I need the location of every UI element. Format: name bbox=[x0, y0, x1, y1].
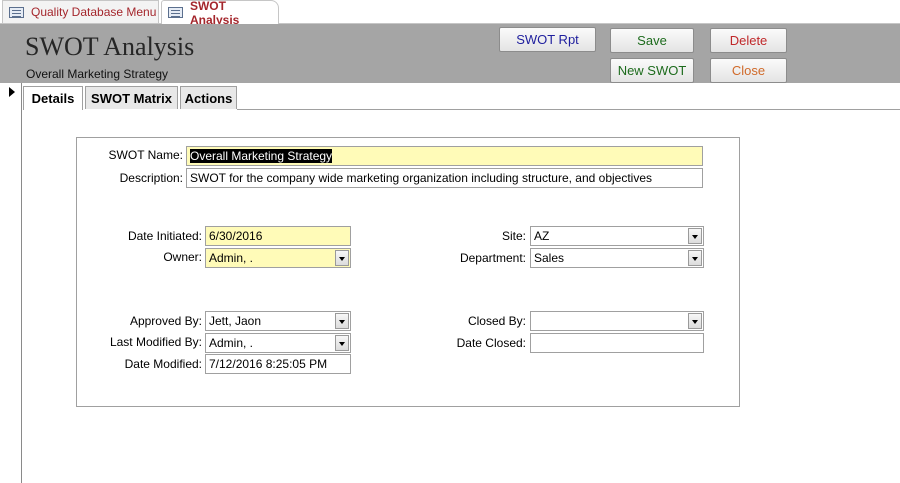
owner-label: Owner: bbox=[163, 250, 202, 264]
doc-tab-quality-database-menu[interactable]: Quality Database Menu bbox=[2, 0, 159, 23]
form-header: SWOT Analysis Overall Marketing Strategy… bbox=[0, 24, 900, 83]
doc-tab-swot-analysis[interactable]: SWOT Analysis bbox=[161, 0, 279, 27]
page-title: SWOT Analysis bbox=[25, 32, 195, 61]
date-closed-field[interactable] bbox=[530, 333, 704, 353]
form-icon bbox=[9, 6, 24, 18]
tab-divider bbox=[237, 109, 900, 110]
current-record-arrow-icon bbox=[9, 87, 15, 97]
page-subtitle: Overall Marketing Strategy bbox=[26, 67, 169, 81]
swot-rpt-button[interactable]: SWOT Rpt bbox=[499, 27, 596, 52]
new-swot-button[interactable]: New SWOT bbox=[610, 58, 694, 83]
record-selector[interactable] bbox=[0, 83, 22, 483]
date-modified-field[interactable]: 7/12/2016 8:25:05 PM bbox=[205, 354, 351, 374]
chevron-down-icon[interactable] bbox=[688, 313, 702, 329]
department-label: Department: bbox=[459, 251, 526, 265]
department-value: Sales bbox=[534, 251, 565, 265]
description-field[interactable]: SWOT for the company wide marketing orga… bbox=[186, 168, 703, 188]
last-modified-by-combo[interactable]: Admin, . bbox=[205, 333, 351, 353]
document-tab-strip: Quality Database Menu SWOT Analysis bbox=[0, 0, 900, 27]
date-closed-label: Date Closed: bbox=[456, 336, 526, 350]
chevron-down-icon[interactable] bbox=[335, 335, 349, 351]
closed-by-combo[interactable] bbox=[530, 311, 704, 331]
doc-tab-label: Quality Database Menu bbox=[31, 5, 157, 19]
description-label: Description: bbox=[119, 171, 183, 185]
form-icon bbox=[168, 7, 183, 18]
swot-name-value: Overall Marketing Strategy bbox=[190, 149, 333, 163]
owner-value: Admin, . bbox=[209, 251, 254, 265]
swot-name-field[interactable]: Overall Marketing Strategy bbox=[186, 146, 703, 166]
date-initiated-field[interactable]: 6/30/2016 bbox=[205, 226, 351, 246]
tab-details[interactable]: Details bbox=[23, 86, 83, 110]
closed-by-label: Closed By: bbox=[467, 314, 526, 328]
tab-actions[interactable]: Actions bbox=[180, 86, 237, 109]
chevron-down-icon[interactable] bbox=[688, 250, 702, 266]
department-combo[interactable]: Sales bbox=[530, 248, 704, 268]
chevron-down-icon[interactable] bbox=[335, 250, 349, 266]
approved-by-combo[interactable]: Jett, Jaon bbox=[205, 311, 351, 331]
site-combo[interactable]: AZ bbox=[530, 226, 704, 246]
date-modified-label: Date Modified: bbox=[124, 357, 202, 371]
chevron-down-icon[interactable] bbox=[688, 228, 702, 244]
tab-swot-matrix[interactable]: SWOT Matrix bbox=[85, 86, 178, 109]
chevron-down-icon[interactable] bbox=[335, 313, 349, 329]
site-label: Site: bbox=[501, 229, 526, 243]
site-value: AZ bbox=[534, 229, 550, 243]
doc-tab-label: SWOT Analysis bbox=[189, 0, 240, 27]
date-initiated-label: Date Initiated: bbox=[127, 229, 202, 243]
last-modified-by-value: Admin, . bbox=[209, 336, 254, 350]
last-modified-by-label: Last Modified By: bbox=[109, 335, 202, 349]
delete-button[interactable]: Delete bbox=[710, 28, 787, 53]
swot-name-label: SWOT Name: bbox=[108, 148, 183, 162]
save-button[interactable]: Save bbox=[610, 28, 694, 53]
approved-by-value: Jett, Jaon bbox=[209, 314, 262, 328]
close-button[interactable]: Close bbox=[710, 58, 787, 83]
owner-combo[interactable]: Admin, . bbox=[205, 248, 351, 268]
approved-by-label: Approved By: bbox=[129, 314, 202, 328]
